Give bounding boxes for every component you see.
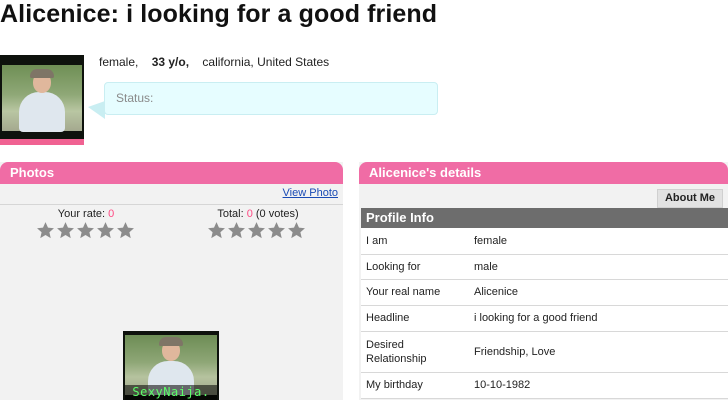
- thumbnail-watermark: SexyNaija.: [125, 385, 217, 400]
- view-photo-link[interactable]: View Photo: [283, 187, 338, 199]
- profile-info-label: I am: [361, 228, 470, 255]
- avatar-photo-figure-cap: [30, 69, 54, 78]
- profile-info-row: I am female: [361, 228, 728, 255]
- star-icon[interactable]: [36, 221, 55, 240]
- profile-info-label: Looking for: [361, 254, 470, 280]
- profile-info-row: Headline i looking for a good friend: [361, 305, 728, 332]
- avatar-photo[interactable]: [0, 55, 84, 139]
- profile-info-row: Looking for male: [361, 254, 728, 280]
- star-icon[interactable]: [116, 221, 135, 240]
- total-rate-label: Total:: [217, 208, 247, 220]
- rate-divider: [0, 204, 343, 205]
- status-label: Status:: [116, 91, 154, 105]
- profile-info-value: female: [470, 228, 728, 255]
- profile-age: 33 y/o,: [151, 55, 190, 69]
- avatar-photo-figure-body: [19, 92, 65, 132]
- profile-info-label: My birthday: [361, 372, 470, 399]
- details-panel-header: Alicenice's details: [359, 162, 728, 184]
- photos-panel-header: Photos: [0, 162, 343, 184]
- total-rate: Total: 0 (0 votes): [208, 208, 308, 220]
- photos-panel: Photos View Photo Your rate: 0 Total: 0 …: [0, 162, 343, 400]
- profile-info-row: My birthday 10-10-1982: [361, 372, 728, 399]
- your-rate-value: 0: [108, 208, 115, 220]
- profile-avatar[interactable]: [0, 55, 84, 145]
- photo-thumbnail[interactable]: SexyNaija.: [123, 331, 219, 400]
- your-rate-label: Your rate:: [57, 208, 109, 220]
- status-bubble-tail: [88, 101, 105, 119]
- star-icon[interactable]: [76, 221, 95, 240]
- total-rating-stars: [207, 221, 306, 243]
- star-icon: [207, 221, 226, 240]
- profile-gender: female,: [99, 55, 139, 69]
- star-icon[interactable]: [96, 221, 115, 240]
- profile-info-row: Desired Relationship Friendship, Love: [361, 331, 728, 373]
- profile-info-row: Your real name Alicenice: [361, 279, 728, 306]
- your-rating-stars[interactable]: [36, 221, 135, 243]
- profile-info-label: Your real name: [361, 279, 470, 306]
- profile-location: california, United States: [202, 55, 330, 69]
- details-panel: Alicenice's details About Me Profile Inf…: [359, 162, 728, 400]
- avatar-accent-bar: [0, 139, 84, 145]
- profile-info-label: Desired Relationship: [361, 331, 470, 373]
- star-icon[interactable]: [56, 221, 75, 240]
- status-bubble: Status:: [104, 82, 438, 115]
- your-rate: Your rate: 0: [36, 208, 136, 220]
- star-icon: [287, 221, 306, 240]
- total-votes: (0 votes): [252, 208, 299, 220]
- thumbnail-figure-cap: [159, 337, 183, 346]
- profile-info-value: 10-10-1982: [470, 372, 728, 399]
- star-icon: [247, 221, 266, 240]
- profile-info-table: I am female Looking for male Your real n…: [361, 228, 728, 399]
- page-title: Alicenice: i looking for a good friend: [0, 0, 438, 28]
- profile-info-value: Friendship, Love: [470, 331, 728, 373]
- profile-info-value: Alicenice: [470, 279, 728, 306]
- profile-info-label: Headline: [361, 305, 470, 332]
- about-me-button[interactable]: About Me: [657, 189, 723, 208]
- profile-info-header: Profile Info: [361, 208, 728, 228]
- profile-meta: female, 33 y/o, california, United State…: [99, 55, 339, 69]
- star-icon: [267, 221, 286, 240]
- profile-info-value: male: [470, 254, 728, 280]
- star-icon: [227, 221, 246, 240]
- profile-info-value: i looking for a good friend: [470, 305, 728, 332]
